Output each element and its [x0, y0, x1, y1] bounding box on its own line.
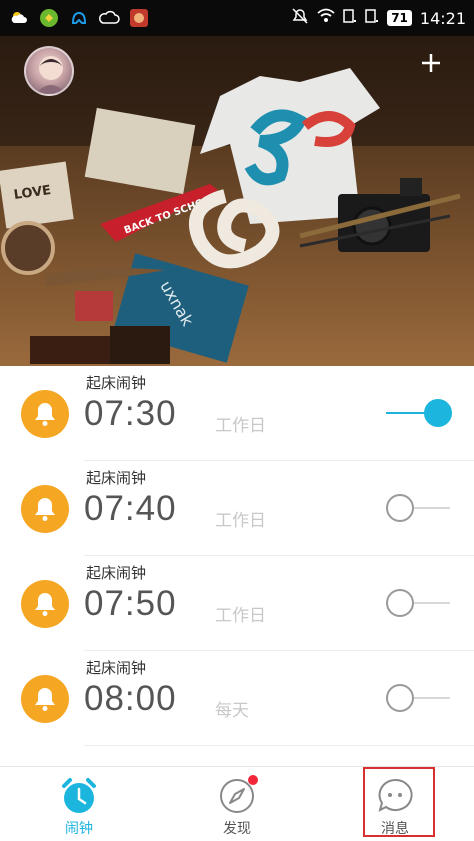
- alarm-time: 07:50: [84, 584, 177, 623]
- alarm-label: 起床闹钟: [86, 469, 147, 487]
- user-avatar[interactable]: [24, 46, 74, 96]
- alarm-item[interactable]: 起床闹钟 07:40 工作日: [0, 461, 474, 556]
- divider: [84, 745, 474, 746]
- notification-dot: [248, 775, 258, 785]
- alarm-repeat: 工作日: [215, 511, 266, 531]
- app-notification-icon: [38, 7, 60, 29]
- alarm-time: 08:00: [84, 679, 177, 718]
- tab-messages[interactable]: 消息: [316, 767, 474, 841]
- alarm-label: 起床闹钟: [86, 374, 147, 392]
- tab-discover[interactable]: 发现: [158, 767, 316, 841]
- alarm-time: 07:30: [84, 394, 177, 433]
- game-app-icon: [128, 7, 150, 29]
- alarm-toggle[interactable]: [382, 588, 454, 618]
- alarm-toggle[interactable]: [382, 493, 454, 523]
- alarm-clock-icon: [60, 777, 98, 815]
- chat-bubble-icon: [376, 777, 414, 815]
- compass-icon: [218, 775, 258, 815]
- alarm-item[interactable]: 起床闹钟 08:00 每天: [0, 651, 474, 746]
- battery-level: 71: [387, 10, 412, 26]
- plus-icon: [422, 54, 440, 72]
- bell-icon: [21, 485, 69, 533]
- alarm-toggle[interactable]: [382, 398, 454, 428]
- qq-icon: [68, 7, 90, 29]
- alarm-repeat: 每天: [215, 701, 249, 721]
- cloud-icon: [98, 7, 120, 29]
- toggle-knob: [386, 494, 414, 522]
- alarm-repeat: 工作日: [215, 416, 266, 436]
- toggle-knob: [386, 589, 414, 617]
- mute-icon: [291, 7, 309, 29]
- tab-messages-label: 消息: [381, 821, 409, 837]
- alarm-label: 起床闹钟: [86, 659, 147, 677]
- alarm-toggle[interactable]: [382, 683, 454, 713]
- alarm-repeat: 工作日: [215, 606, 266, 626]
- hero-banner: LOVE BACK TO SCHOOL uxnak: [0, 36, 474, 366]
- alarm-item[interactable]: 起床闹钟 07:50 工作日: [0, 556, 474, 651]
- toggle-knob: [386, 684, 414, 712]
- tab-alarm-label: 闹钟: [65, 821, 93, 837]
- alarm-item[interactable]: 起床闹钟 07:30 工作日: [0, 366, 474, 461]
- bell-icon: [21, 390, 69, 438]
- wifi-icon: [317, 8, 335, 28]
- status-time: 14:21: [419, 8, 466, 28]
- alarm-time: 07:40: [84, 489, 177, 528]
- status-bar: 71 14:21: [0, 0, 474, 36]
- signal-2-icon: [365, 8, 379, 28]
- signal-1-icon: [343, 8, 357, 28]
- weather-icon: [8, 7, 30, 29]
- alarm-label: 起床闹钟: [86, 564, 147, 582]
- alarm-list: 起床闹钟 07:30 工作日 起床闹钟 07:40 工作日 起床闹钟 07:50…: [0, 366, 474, 746]
- tab-alarm[interactable]: 闹钟: [0, 767, 158, 841]
- add-alarm-button[interactable]: [420, 52, 454, 86]
- tab-discover-label: 发现: [223, 821, 251, 837]
- bottom-nav: 闹钟 发现 消息: [0, 766, 474, 841]
- bell-icon: [21, 580, 69, 628]
- bell-icon: [21, 675, 69, 723]
- toggle-knob: [424, 399, 452, 427]
